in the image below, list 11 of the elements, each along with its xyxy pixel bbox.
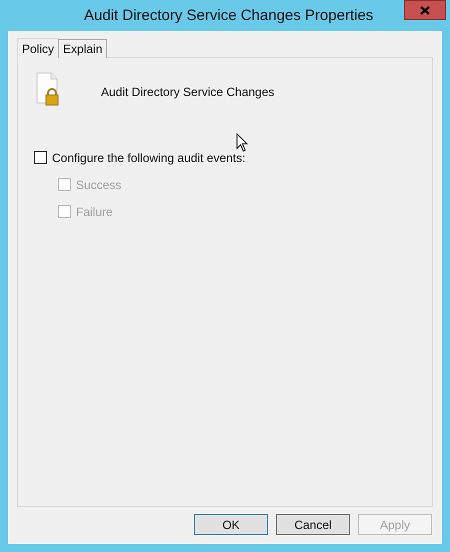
checkbox-label[interactable]: Configure the following audit events: — [52, 148, 246, 166]
window-title: Audit Directory Service Changes Properties — [84, 6, 374, 26]
tab[interactable]: Explain — [58, 39, 108, 58]
checkbox[interactable] — [34, 151, 47, 164]
close-button[interactable] — [404, 0, 446, 20]
mouse-pointer-icon — [236, 133, 248, 152]
dialog-button[interactable]: Cancel — [276, 514, 350, 535]
close-icon — [420, 6, 430, 14]
policy-name: Audit Directory Service Changes — [101, 84, 274, 101]
tab[interactable]: Policy — [17, 38, 60, 59]
dialog-button[interactable]: OK — [194, 514, 268, 535]
